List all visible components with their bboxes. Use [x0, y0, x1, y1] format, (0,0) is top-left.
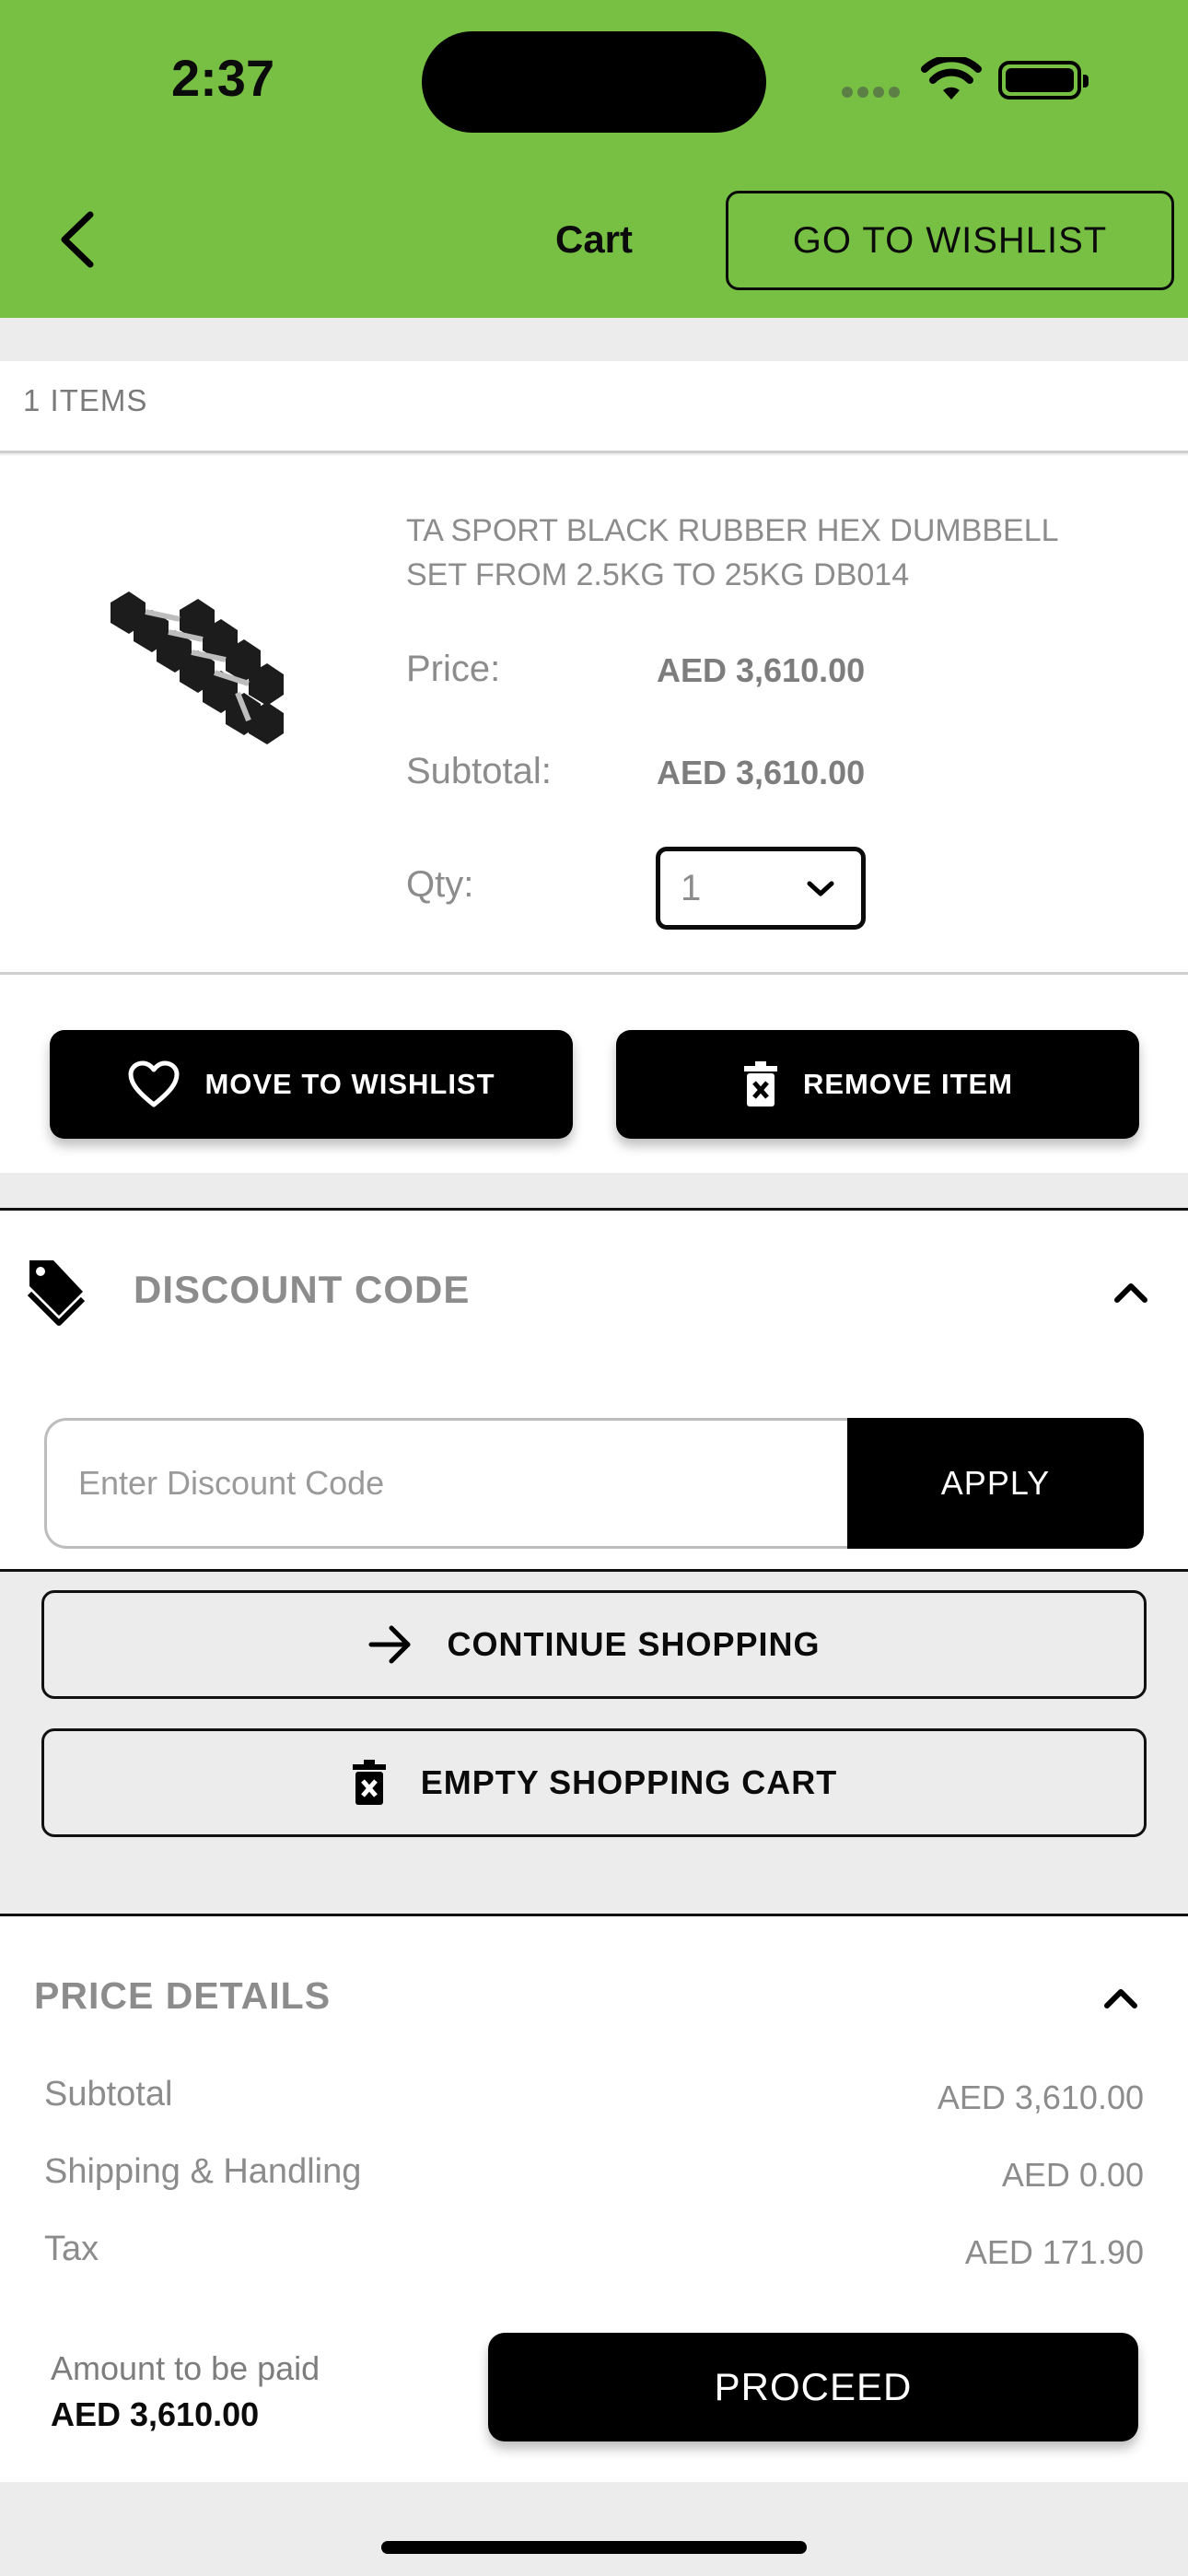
price-details-title: PRICE DETAILS	[34, 1974, 332, 2017]
home-indicator[interactable]	[381, 2541, 807, 2554]
arrow-right-icon	[368, 1625, 411, 1664]
amount-to-pay-value: AED 3,610.00	[51, 2395, 260, 2433]
subtotal-row-label: Subtotal	[44, 2075, 173, 2113]
subtotal-label: Subtotal:	[406, 751, 552, 791]
move-to-wishlist-label: MOVE TO WISHLIST	[204, 1068, 495, 1100]
subtotal-value: AED 3,610.00	[657, 754, 866, 791]
app-header: 2:37 Cart GO TO WISHLIST	[0, 0, 1188, 318]
price-details-section: PRICE DETAILS Subtotal AED 3,610.00 Ship…	[0, 1914, 1188, 2482]
signal-icon	[842, 86, 904, 102]
empty-cart-button[interactable]: EMPTY SHOPPING CART	[41, 1728, 1147, 1837]
continue-shopping-label: CONTINUE SHOPPING	[447, 1625, 821, 1663]
items-count-bar: 1 ITEMS	[0, 361, 1188, 453]
dynamic-island	[422, 31, 766, 133]
shipping-row-value: AED 0.00	[1001, 2156, 1144, 2194]
heart-icon	[128, 1060, 180, 1107]
tax-row-value: AED 171.90	[964, 2233, 1144, 2271]
product-image[interactable]	[92, 566, 313, 759]
wifi-icon	[921, 57, 982, 100]
continue-shopping-button[interactable]: CONTINUE SHOPPING	[41, 1590, 1147, 1699]
move-to-wishlist-button[interactable]: MOVE TO WISHLIST	[50, 1030, 573, 1139]
chevron-down-icon	[807, 881, 834, 896]
tag-icon	[27, 1260, 86, 1326]
item-actions: MOVE TO WISHLIST REMOVE ITEM	[0, 975, 1188, 1173]
trash-icon	[352, 1760, 386, 1805]
discount-section: DISCOUNT CODE APPLY	[0, 1208, 1188, 1572]
product-name[interactable]: TA SPORT BLACK RUBBER HEX DUMBBELL SET F…	[406, 509, 1106, 597]
qty-select[interactable]: 1	[656, 847, 866, 930]
status-time: 2:37	[171, 49, 275, 107]
proceed-button[interactable]: PROCEED	[488, 2333, 1138, 2441]
qty-label: Qty:	[406, 864, 474, 905]
qty-value: 1	[681, 868, 702, 908]
chevron-up-icon[interactable]	[1102, 1986, 1139, 2010]
price-label: Price:	[406, 649, 501, 689]
tax-row-label: Tax	[44, 2230, 99, 2268]
trash-icon	[743, 1061, 777, 1107]
empty-cart-label: EMPTY SHOPPING CART	[420, 1763, 838, 1801]
apply-button[interactable]: APPLY	[847, 1418, 1144, 1549]
go-to-wishlist-button[interactable]: GO TO WISHLIST	[726, 191, 1174, 290]
amount-to-pay-label: Amount to be paid	[51, 2349, 320, 2387]
price-value: AED 3,610.00	[657, 651, 866, 689]
remove-item-button[interactable]: REMOVE ITEM	[616, 1030, 1139, 1139]
discount-code-input[interactable]	[44, 1418, 850, 1549]
items-count: 1 ITEMS	[23, 383, 148, 417]
cart-item: TA SPORT BLACK RUBBER HEX DUMBBELL SET F…	[0, 455, 1188, 975]
battery-icon	[998, 61, 1089, 100]
shipping-row-label: Shipping & Handling	[44, 2152, 362, 2191]
remove-item-label: REMOVE ITEM	[802, 1068, 1013, 1100]
chevron-up-icon[interactable]	[1112, 1281, 1149, 1305]
discount-code-title: DISCOUNT CODE	[134, 1268, 471, 1311]
subtotal-row-value: AED 3,610.00	[937, 2078, 1144, 2116]
